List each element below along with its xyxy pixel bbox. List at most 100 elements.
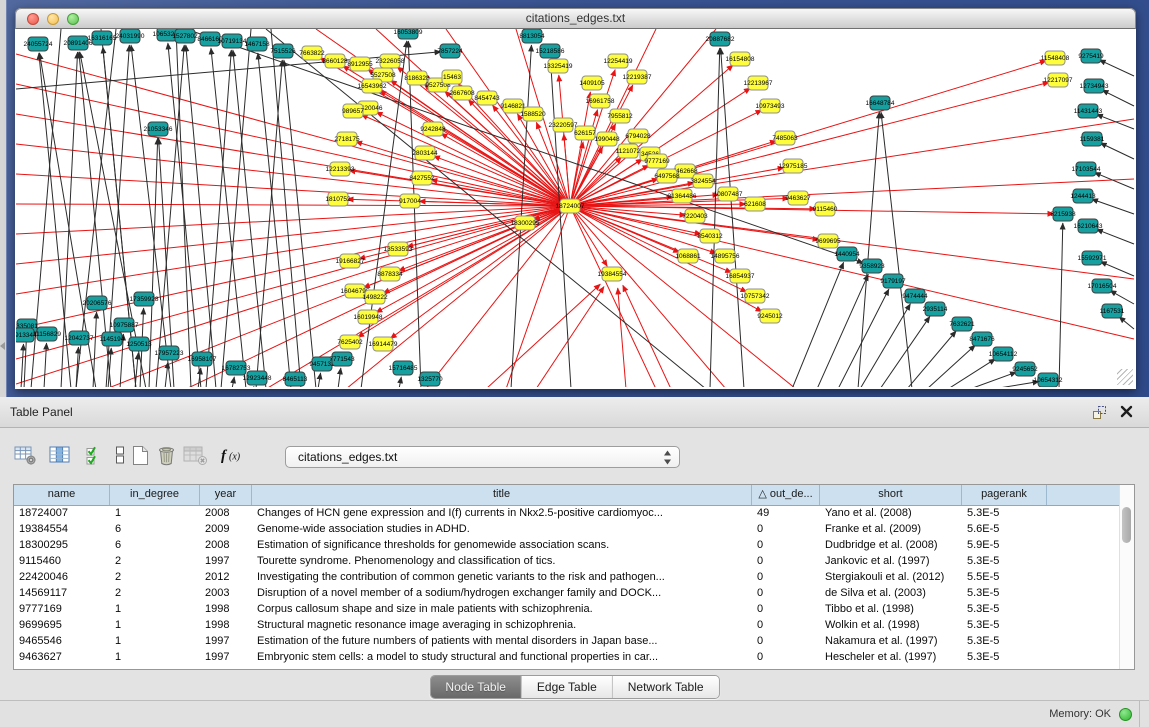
network-node[interactable]: 7632621 bbox=[949, 317, 975, 331]
tab-node-table[interactable]: Node Table bbox=[430, 676, 522, 698]
network-node[interactable]: 10719134 bbox=[218, 34, 247, 48]
network-node[interactable]: 9245012 bbox=[757, 309, 783, 323]
network-node[interactable]: 989657 bbox=[342, 104, 364, 118]
network-node[interactable]: 8813054 bbox=[519, 29, 545, 43]
table-scrollbar[interactable] bbox=[1119, 485, 1134, 669]
window-minimize-button[interactable] bbox=[47, 13, 59, 25]
network-node[interactable]: 7220403 bbox=[682, 209, 708, 223]
network-node[interactable]: 17359928 bbox=[130, 292, 159, 306]
table-row[interactable]: 1830029562008Estimation of significance … bbox=[14, 537, 1120, 553]
network-node[interactable]: 8427552 bbox=[409, 171, 435, 185]
network-node[interactable]: 1325770 bbox=[417, 372, 443, 386]
network-node[interactable]: 1588520 bbox=[520, 107, 546, 121]
float-panel-icon[interactable] bbox=[1092, 405, 1107, 420]
network-node[interactable]: 1250513 bbox=[126, 337, 152, 351]
network-node[interactable]: 17957223 bbox=[155, 346, 184, 360]
scrollbar-thumb[interactable] bbox=[1122, 507, 1131, 543]
network-node[interactable]: 10807487 bbox=[714, 187, 743, 201]
network-node[interactable]: 626157 bbox=[574, 126, 596, 140]
network-node[interactable]: 7955812 bbox=[607, 109, 633, 123]
network-node[interactable]: 23226058 bbox=[376, 54, 405, 68]
network-node[interactable]: 11156829 bbox=[33, 327, 61, 341]
network-window-titlebar[interactable]: citations_edges.txt bbox=[15, 8, 1136, 29]
network-node[interactable]: 1440954 bbox=[834, 247, 860, 261]
close-panel-icon[interactable] bbox=[1120, 405, 1133, 418]
network-node[interactable]: 1498222 bbox=[362, 290, 388, 304]
network-node[interactable]: 917004 bbox=[399, 194, 421, 208]
network-node[interactable]: 21364486 bbox=[668, 189, 697, 203]
table-row[interactable]: 946554611997Estimation of the future num… bbox=[14, 633, 1120, 649]
network-canvas[interactable]: 1872400776638228660128891295523226058552… bbox=[16, 29, 1135, 387]
network-node[interactable]: 17103544 bbox=[1072, 162, 1101, 176]
network-node[interactable]: 8215938 bbox=[1050, 207, 1076, 221]
network-node[interactable]: 16154808 bbox=[726, 52, 755, 66]
network-node[interactable]: 2718175 bbox=[334, 132, 360, 146]
canvas-resize-grip[interactable] bbox=[1117, 369, 1133, 385]
table-row[interactable]: 977716911998Corpus callosum shape and si… bbox=[14, 601, 1120, 617]
network-node[interactable]: 16316165 bbox=[88, 31, 117, 45]
column-header-title[interactable]: title bbox=[252, 485, 752, 505]
network-node[interactable]: 2935114 bbox=[923, 302, 948, 316]
network-node[interactable]: 7515526 bbox=[270, 44, 296, 58]
tab-edge-table[interactable]: Edge Table bbox=[522, 676, 613, 698]
network-node[interactable]: 10654112 bbox=[989, 347, 1018, 361]
network-node[interactable]: 7857224 bbox=[437, 44, 463, 58]
network-node[interactable]: 8454743 bbox=[474, 91, 500, 105]
network-node[interactable]: 11548408 bbox=[1041, 51, 1070, 65]
table-selector-dropdown[interactable]: citations_edges.txt bbox=[285, 446, 680, 468]
network-node[interactable]: 1068861 bbox=[675, 249, 701, 263]
memory-status-indicator[interactable] bbox=[1119, 708, 1132, 721]
network-node[interactable]: 16914479 bbox=[369, 337, 398, 351]
row-height-icon[interactable] bbox=[113, 442, 127, 468]
window-zoom-button[interactable] bbox=[67, 13, 79, 25]
column-header-year[interactable]: year bbox=[200, 485, 252, 505]
network-view[interactable]: 1872400776638228660128891295523226058552… bbox=[16, 29, 1135, 387]
network-node[interactable]: 1244413 bbox=[1070, 189, 1096, 203]
network-node[interactable]: 19384554 bbox=[598, 267, 627, 281]
network-node[interactable]: 16053809 bbox=[394, 29, 423, 39]
network-node[interactable]: 9699695 bbox=[815, 234, 841, 248]
network-node[interactable]: 1467158 bbox=[244, 37, 270, 51]
network-node[interactable]: 9358923 bbox=[859, 259, 885, 273]
network-node[interactable]: 7663822 bbox=[299, 46, 325, 60]
network-node[interactable]: 6794028 bbox=[625, 129, 651, 143]
network-node[interactable]: 12923448 bbox=[243, 371, 272, 385]
network-node[interactable]: 1527802 bbox=[172, 29, 198, 43]
network-node[interactable]: 16210643 bbox=[1074, 219, 1103, 233]
network-node[interactable]: 21053346 bbox=[144, 122, 173, 136]
network-node[interactable]: 8465113 bbox=[283, 372, 308, 386]
tab-network-table[interactable]: Network Table bbox=[613, 676, 719, 698]
network-node[interactable]: 10973493 bbox=[756, 99, 785, 113]
splitpane-handle[interactable] bbox=[0, 342, 5, 350]
network-node[interactable]: 16854937 bbox=[726, 269, 755, 283]
network-node[interactable]: 12975185 bbox=[779, 159, 808, 173]
network-node[interactable]: 2803144 bbox=[412, 146, 438, 160]
network-node[interactable]: 13533593 bbox=[384, 242, 413, 256]
select-all-icon[interactable] bbox=[85, 442, 105, 468]
network-node[interactable]: 15463 bbox=[442, 70, 462, 84]
network-node[interactable]: 12219387 bbox=[623, 70, 652, 84]
network-node[interactable]: 9275419 bbox=[1078, 49, 1104, 63]
network-node[interactable]: 16019948 bbox=[354, 310, 383, 324]
network-node[interactable]: 9777169 bbox=[644, 154, 670, 168]
table-row[interactable]: 969969511998Structural magnetic resonanc… bbox=[14, 617, 1120, 633]
network-node[interactable]: 7485063 bbox=[772, 131, 798, 145]
table-settings-icon[interactable] bbox=[14, 442, 37, 468]
network-node[interactable]: 10757342 bbox=[741, 289, 770, 303]
network-node[interactable]: 12217097 bbox=[1044, 73, 1073, 87]
create-table-icon[interactable] bbox=[131, 442, 150, 468]
network-node[interactable]: 8878334 bbox=[377, 267, 403, 281]
network-node[interactable]: 1409105 bbox=[579, 76, 605, 90]
network-node[interactable]: 19166827 bbox=[336, 254, 365, 268]
network-node[interactable]: 1159381 bbox=[1080, 132, 1105, 146]
network-node[interactable]: 9474444 bbox=[902, 289, 928, 303]
column-header-name[interactable]: name bbox=[14, 485, 110, 505]
network-node[interactable]: 1167531 bbox=[1100, 304, 1125, 318]
function-builder-icon[interactable]: f (x) bbox=[220, 442, 248, 468]
network-node[interactable]: 7625402 bbox=[337, 335, 363, 349]
network-node[interactable]: 1990448 bbox=[594, 132, 620, 146]
network-node[interactable]: 9179197 bbox=[880, 274, 906, 288]
network-node[interactable]: 24055724 bbox=[24, 37, 53, 51]
column-header-short[interactable]: short bbox=[820, 485, 962, 505]
network-node[interactable]: 13325419 bbox=[544, 59, 573, 73]
